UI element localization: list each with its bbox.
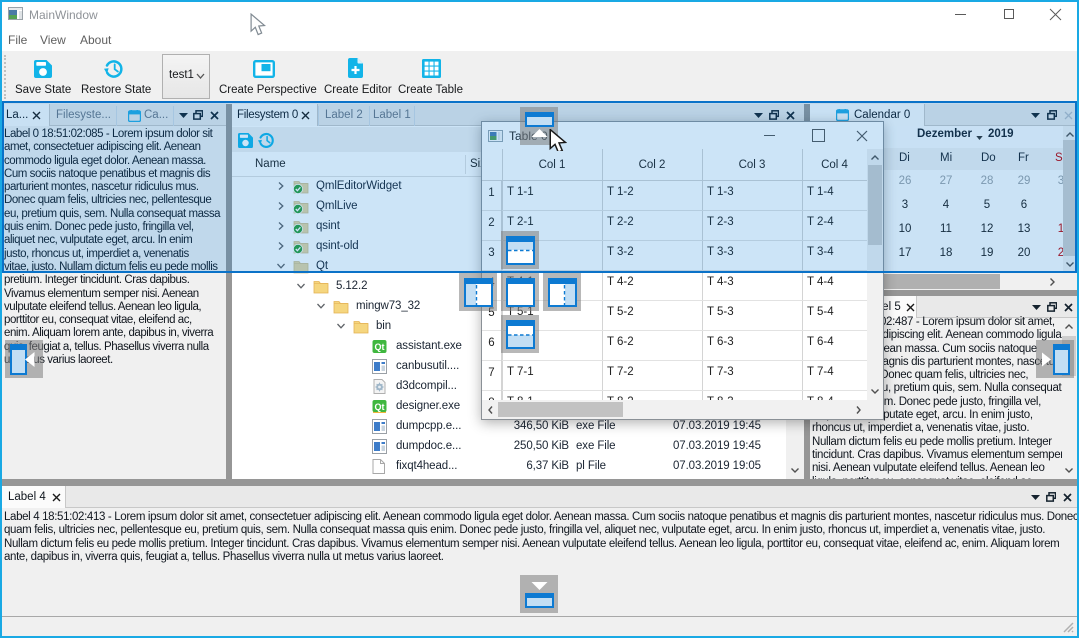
svg-text:Qt: Qt [375,342,385,352]
svg-text:Qt: Qt [375,402,385,412]
